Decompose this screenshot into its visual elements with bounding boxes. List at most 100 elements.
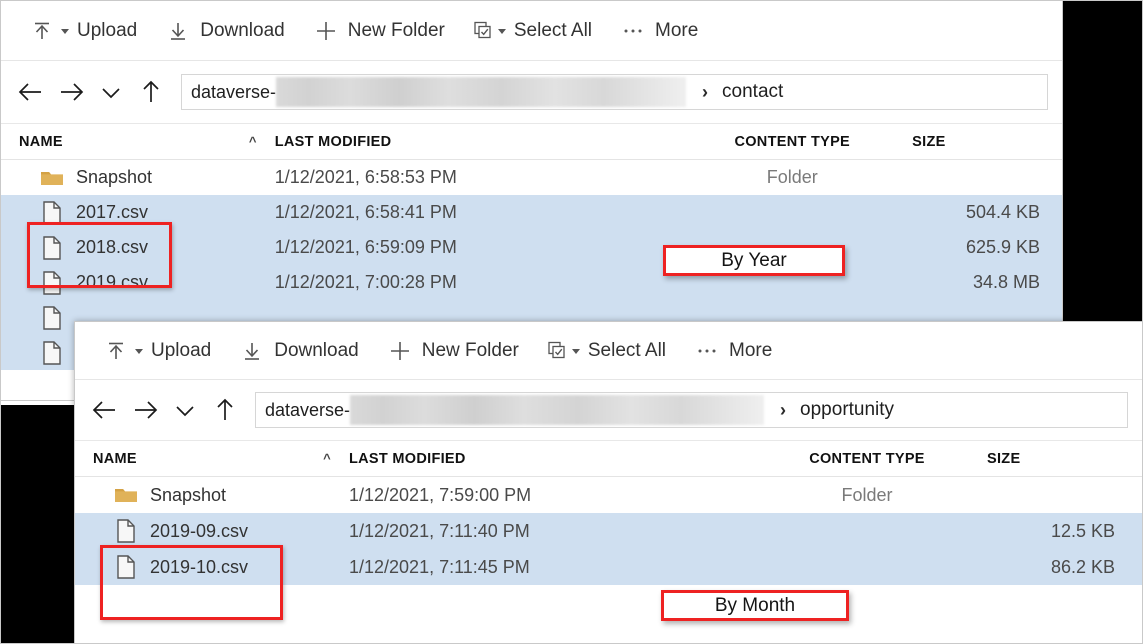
ellipsis-icon xyxy=(620,18,646,44)
back-button[interactable] xyxy=(85,390,125,430)
select-all-label: Select All xyxy=(587,339,667,361)
column-header-last-modified-label: LAST MODIFIED xyxy=(274,133,392,150)
sort-ascending-icon: ^ xyxy=(323,451,331,466)
row-size: 86.2 KB xyxy=(1050,556,1115,577)
chevron-down-icon xyxy=(102,88,120,99)
chevron-down-icon xyxy=(176,406,194,417)
download-arrow-icon xyxy=(165,18,191,44)
column-header-content-type-label: CONTENT TYPE xyxy=(734,133,851,150)
row-name: Snapshot xyxy=(76,167,153,187)
recent-locations-button[interactable] xyxy=(91,72,131,112)
new-folder-label: New Folder xyxy=(421,339,519,361)
row-last-modified: 1/12/2021, 7:00:28 PM xyxy=(274,272,457,292)
table-row[interactable]: 2017.csv 1/12/2021, 6:58:41 PM 504.4 KB xyxy=(1,195,1062,230)
row-size: 504.4 KB xyxy=(965,202,1041,222)
column-header-name-label: NAME xyxy=(93,450,137,467)
download-button[interactable]: Download xyxy=(225,322,373,379)
new-folder-button[interactable]: New Folder xyxy=(373,322,533,379)
breadcrumb-current: opportunity xyxy=(800,399,895,420)
column-header-name[interactable]: NAME ^ xyxy=(75,451,349,467)
callout-by-month: By Month xyxy=(661,590,849,621)
file-icon xyxy=(39,235,65,261)
upload-label: Upload xyxy=(151,339,212,361)
breadcrumb-bar-opportunity[interactable]: dataverse- › opportunity xyxy=(255,392,1128,428)
row-last-modified: 1/12/2021, 7:59:00 PM xyxy=(349,484,532,505)
more-label: More xyxy=(655,19,699,41)
upload-caret-icon[interactable] xyxy=(61,29,69,34)
backdrop-block-left xyxy=(0,405,75,644)
column-header-size-label: SIZE xyxy=(912,133,946,150)
table-row[interactable]: 2018.csv 1/12/2021, 6:59:09 PM 625.9 KB xyxy=(1,230,1062,265)
select-all-caret-icon[interactable] xyxy=(571,349,580,354)
upload-button[interactable]: Upload xyxy=(15,1,151,60)
table-row[interactable]: 2019-09.csv 1/12/2021, 7:11:40 PM 12.5 K… xyxy=(75,513,1142,549)
download-label: Download xyxy=(274,339,359,361)
row-last-modified: 1/12/2021, 6:59:09 PM xyxy=(274,237,457,257)
table-row[interactable]: 2019-10.csv 1/12/2021, 7:11:45 PM 86.2 K… xyxy=(75,549,1142,585)
column-header-size[interactable]: SIZE xyxy=(987,451,1137,467)
column-header-last-modified-label: LAST MODIFIED xyxy=(349,450,466,467)
download-label: Download xyxy=(200,19,285,41)
breadcrumb-blurred-segment xyxy=(350,395,765,425)
table-row[interactable]: Snapshot 1/12/2021, 6:58:53 PM Folder xyxy=(1,160,1062,195)
up-button[interactable] xyxy=(131,72,171,112)
row-last-modified: 1/12/2021, 7:11:40 PM xyxy=(349,520,530,541)
back-button[interactable] xyxy=(11,72,51,112)
download-arrow-icon xyxy=(239,338,265,364)
new-folder-label: New Folder xyxy=(347,19,445,41)
breadcrumb-separator-icon: › xyxy=(702,81,709,102)
upload-arrow-icon xyxy=(29,18,55,44)
column-header-last-modified[interactable]: LAST MODIFIED xyxy=(349,451,747,467)
list-header-opportunity: NAME ^ LAST MODIFIED CONTENT TYPE SIZE xyxy=(75,440,1142,477)
up-button[interactable] xyxy=(205,390,245,430)
plus-icon xyxy=(387,338,413,364)
column-header-name[interactable]: NAME ^ xyxy=(1,134,275,150)
forward-button[interactable] xyxy=(125,390,165,430)
row-name: Snapshot xyxy=(150,484,227,505)
upload-arrow-icon xyxy=(103,338,129,364)
table-row[interactable]: 2019.csv 1/12/2021, 7:00:28 PM 34.8 MB xyxy=(1,265,1062,300)
callout-by-month-label: By Month xyxy=(714,594,796,616)
more-label: More xyxy=(729,339,773,361)
navigation-bar-opportunity: dataverse- › opportunity xyxy=(75,380,1142,440)
column-header-size[interactable]: SIZE xyxy=(912,134,1062,150)
upload-label: Upload xyxy=(77,19,138,41)
table-row[interactable]: Snapshot 1/12/2021, 7:59:00 PM Folder xyxy=(75,477,1142,513)
more-button[interactable]: More xyxy=(606,1,712,60)
up-arrow-icon xyxy=(217,398,233,420)
column-header-size-label: SIZE xyxy=(987,450,1021,467)
column-header-content-type[interactable]: CONTENT TYPE xyxy=(672,134,912,150)
forward-button[interactable] xyxy=(51,72,91,112)
column-header-last-modified[interactable]: LAST MODIFIED xyxy=(275,134,673,150)
row-last-modified: 1/12/2021, 6:58:53 PM xyxy=(274,167,457,187)
upload-caret-icon[interactable] xyxy=(135,349,143,354)
more-button[interactable]: More xyxy=(680,322,786,379)
row-content-type: Folder xyxy=(841,484,893,505)
file-icon xyxy=(113,518,139,544)
row-size: 12.5 KB xyxy=(1050,520,1115,541)
select-all-button[interactable]: Select All xyxy=(533,322,680,379)
select-all-button[interactable]: Select All xyxy=(459,1,606,60)
row-name: 2019-10.csv xyxy=(150,556,249,577)
recent-locations-button[interactable] xyxy=(165,390,205,430)
breadcrumb-separator-icon: › xyxy=(780,399,787,420)
column-header-content-type[interactable]: CONTENT TYPE xyxy=(747,451,987,467)
row-name: 2019.csv xyxy=(76,272,149,292)
back-arrow-icon xyxy=(92,401,115,419)
upload-button[interactable]: Upload xyxy=(89,322,225,379)
plus-icon xyxy=(313,18,339,44)
folder-icon xyxy=(39,168,65,188)
file-icon xyxy=(113,554,139,580)
select-all-caret-icon[interactable] xyxy=(497,29,506,34)
row-size: 34.8 MB xyxy=(972,272,1041,292)
select-all-checkbox-icon xyxy=(547,338,567,364)
sort-ascending-icon: ^ xyxy=(248,134,257,149)
forward-arrow-icon xyxy=(61,83,84,101)
breadcrumb-bar-contact[interactable]: dataverse- › contact xyxy=(181,74,1048,110)
download-button[interactable]: Download xyxy=(151,1,299,60)
folder-icon xyxy=(113,485,139,505)
file-list-opportunity: Snapshot 1/12/2021, 7:59:00 PM Folder 20… xyxy=(75,477,1142,585)
row-size: 625.9 KB xyxy=(965,237,1041,257)
ellipsis-icon xyxy=(694,338,720,364)
new-folder-button[interactable]: New Folder xyxy=(299,1,459,60)
